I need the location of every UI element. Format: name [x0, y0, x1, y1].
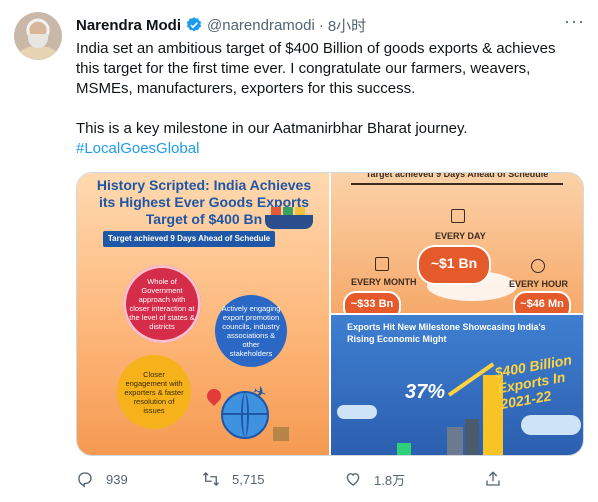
image2-top-banner: Target achieved 9 Days Ahead of Schedule	[351, 173, 563, 185]
author-handle[interactable]: @narendramodi	[207, 17, 315, 34]
hashtag-link[interactable]: #LocalGoesGlobal	[76, 140, 199, 157]
location-pin-icon	[204, 386, 224, 406]
media-grid: History Scripted: India Achieves its Hig…	[76, 172, 584, 456]
airplane-icon: ✈	[250, 383, 269, 404]
like-button[interactable]: 1.8万	[344, 468, 405, 490]
every-hour-pill: ~$46 Mn	[513, 291, 571, 313]
building-shape	[447, 427, 463, 455]
separator-dot: ·	[318, 16, 324, 34]
clock-icon	[531, 259, 545, 273]
every-day-label: EVERY DAY	[435, 231, 486, 241]
retweet-button[interactable]: 5,715	[202, 468, 265, 490]
image3-headline: $400 Billion Exports In 2021-22	[493, 351, 573, 413]
bubble-exporters: Closer engagement with exporters & faste…	[117, 355, 191, 429]
reply-icon	[78, 472, 92, 488]
share-icon	[486, 471, 500, 486]
share-button[interactable]	[484, 468, 502, 490]
avatar-shawl	[18, 46, 58, 60]
verified-badge-icon	[186, 17, 202, 32]
media-image-3[interactable]: Exports Hit New Milestone Showcasing Ind…	[331, 315, 583, 455]
bubble-government: Whole of Government approach with closer…	[123, 265, 201, 343]
cargo-ship-icon	[265, 207, 313, 229]
media-image-1[interactable]: History Scripted: India Achieves its Hig…	[77, 173, 329, 455]
avatar[interactable]	[14, 12, 62, 60]
every-day-pill: ~$1 Bn	[417, 245, 491, 285]
more-options-icon[interactable]: ···	[564, 12, 584, 34]
every-month-pill: ~$33 Bn	[343, 291, 401, 313]
media-image-2[interactable]: Target achieved 9 Days Ahead of Schedule…	[331, 173, 583, 313]
every-month-label: EVERY MONTH	[351, 277, 417, 287]
bubble-councils: Actively engaging export promotion counc…	[215, 295, 287, 367]
calendar-month-icon	[375, 257, 389, 271]
small-bar	[397, 443, 411, 455]
tweet-header: Narendra Modi @narendramodi · 8小时	[76, 14, 366, 36]
tweet-timestamp[interactable]: 8小时	[328, 15, 366, 36]
reply-count: 939	[106, 471, 128, 487]
package-icon	[273, 427, 289, 441]
image1-banner: Target achieved 9 Days Ahead of Schedule	[103, 231, 275, 247]
author-name[interactable]: Narendra Modi	[76, 17, 181, 34]
heart-icon	[346, 473, 360, 486]
every-hour-value: ~$46 Mn	[520, 298, 564, 310]
reply-button[interactable]: 939	[76, 468, 128, 490]
tweet[interactable]: Narendra Modi @narendramodi · 8小时 ··· In…	[0, 0, 598, 502]
every-month-value: ~$33 Bn	[350, 298, 394, 310]
every-day-value: ~$1 Bn	[430, 255, 478, 271]
every-hour-label: EVERY HOUR	[509, 279, 569, 289]
tweet-actions: 939 5,715 1.8万	[76, 468, 596, 490]
retweet-count: 5,715	[232, 471, 265, 487]
tweet-paragraph-1: India set an ambitious target of $400 Bi…	[76, 40, 556, 97]
cloud-shape-2	[337, 405, 377, 419]
image3-title: Exports Hit New Milestone Showcasing Ind…	[347, 322, 546, 344]
tweet-paragraph-2: This is a key milestone in our Aatmanirb…	[76, 120, 468, 137]
like-count: 1.8万	[374, 472, 406, 488]
cloud-shape	[521, 415, 581, 435]
building-shape-2	[465, 419, 479, 455]
calendar-icon	[451, 209, 465, 223]
tweet-text: India set an ambitious target of $400 Bi…	[76, 39, 581, 159]
retweet-icon	[203, 472, 219, 486]
growth-percent: 37%	[405, 381, 446, 403]
